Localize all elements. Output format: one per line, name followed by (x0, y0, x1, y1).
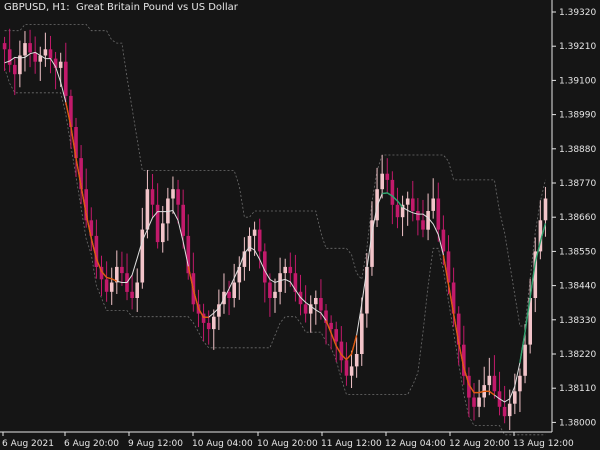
candle-body (155, 204, 160, 243)
candle-body (28, 43, 32, 53)
candle-body (426, 211, 430, 230)
candle-body (268, 282, 272, 298)
price-tick-label: 1.38660 (559, 213, 596, 223)
candle-body (7, 49, 12, 65)
time-tick-label: 13 Aug 12:00 (513, 439, 574, 449)
price-tick-label: 1.38440 (559, 282, 596, 292)
candle-body (58, 61, 63, 68)
chart-title: GBPUSD, H1: Great Britain Pound vs US Do… (4, 2, 238, 13)
candle-body (278, 273, 282, 292)
candle-body (64, 61, 68, 96)
candle-body (487, 375, 492, 386)
candle-body (303, 304, 308, 314)
candle-body (385, 173, 390, 180)
candle-body (360, 313, 364, 354)
candle-body (543, 198, 548, 221)
candle-body (411, 198, 415, 211)
candle-body (48, 49, 53, 59)
time-tick-label: 9 Aug 12:00 (128, 439, 183, 449)
price-tick-label: 1.38550 (559, 247, 596, 257)
candle-body (416, 211, 420, 221)
candle-body (477, 397, 481, 407)
candle-body (145, 189, 150, 230)
candle-body (232, 282, 236, 298)
price-tick-label: 1.38770 (559, 179, 596, 189)
price-tick-label: 1.38220 (559, 350, 596, 360)
candle-body (518, 375, 522, 392)
time-tick-label: 11 Aug 12:00 (321, 439, 382, 449)
candle-body (431, 198, 435, 211)
candle-body (502, 406, 507, 417)
candle-body (176, 189, 180, 205)
candle-body (507, 403, 512, 417)
candle-body (273, 291, 277, 298)
candle-body (492, 375, 497, 392)
candle-body (161, 223, 165, 243)
candle-body (43, 49, 48, 56)
candle-body (135, 282, 139, 298)
chart-window[interactable]: 1.39320 1.39210 1.39100 1.38990 1.38880 1.387… (0, 0, 600, 450)
candle-body (2, 43, 7, 50)
candle-body (365, 266, 369, 314)
candle-body (288, 266, 293, 274)
candle-body (339, 341, 344, 361)
price-tick-label: 1.38330 (559, 316, 596, 326)
candle-body (257, 229, 262, 252)
candle-body (314, 298, 318, 305)
candle-body (23, 43, 27, 56)
price-tick-label: 1.39320 (559, 8, 596, 18)
candle-body (283, 266, 287, 274)
candle-body (472, 397, 476, 407)
candle-body (390, 179, 395, 205)
time-tick-label: 10 Aug 04:00 (192, 439, 253, 449)
candle-body (319, 298, 323, 311)
candle-body (334, 329, 338, 342)
candle-body (436, 198, 441, 230)
candle-body (252, 229, 257, 236)
candle-body (380, 173, 384, 190)
candle-body (523, 344, 527, 376)
price-tick-label: 1.38990 (559, 111, 596, 121)
price-tick-label: 1.38880 (559, 145, 596, 155)
candle-body (212, 316, 216, 330)
candle-body (130, 291, 134, 298)
candle-body (405, 198, 410, 205)
candle-body (13, 64, 17, 75)
candle-body (33, 52, 37, 62)
time-tick-label: 6 Aug 2021 (2, 439, 54, 449)
candle-body (354, 354, 359, 367)
candle-body (227, 291, 231, 298)
candle-body (181, 204, 185, 236)
price-tick-label: 1.38110 (559, 384, 596, 394)
candle-body (395, 204, 400, 218)
time-tick-label: 12 Aug 20:00 (449, 439, 510, 449)
candle-body (349, 366, 354, 376)
candle-body (344, 360, 349, 376)
candle-body (104, 279, 109, 292)
price-tick-label: 1.38000 (559, 418, 596, 428)
candle-body (171, 189, 175, 199)
price-chart[interactable]: 1.39320 1.39210 1.39100 1.38990 1.38880 1.387… (0, 0, 600, 450)
time-tick-label: 6 Aug 20:00 (64, 439, 119, 449)
candle-body (150, 189, 155, 205)
candle-body (109, 282, 114, 292)
candle-body (421, 220, 425, 230)
time-tick-label: 10 Aug 20:00 (257, 439, 318, 449)
time-tick-label: 12 Aug 04:00 (385, 439, 446, 449)
candle-body (513, 391, 517, 404)
price-tick-label: 1.39210 (559, 42, 596, 52)
candle-body (120, 266, 124, 274)
candle-body (206, 322, 211, 330)
price-tick-label: 1.39100 (559, 76, 596, 86)
